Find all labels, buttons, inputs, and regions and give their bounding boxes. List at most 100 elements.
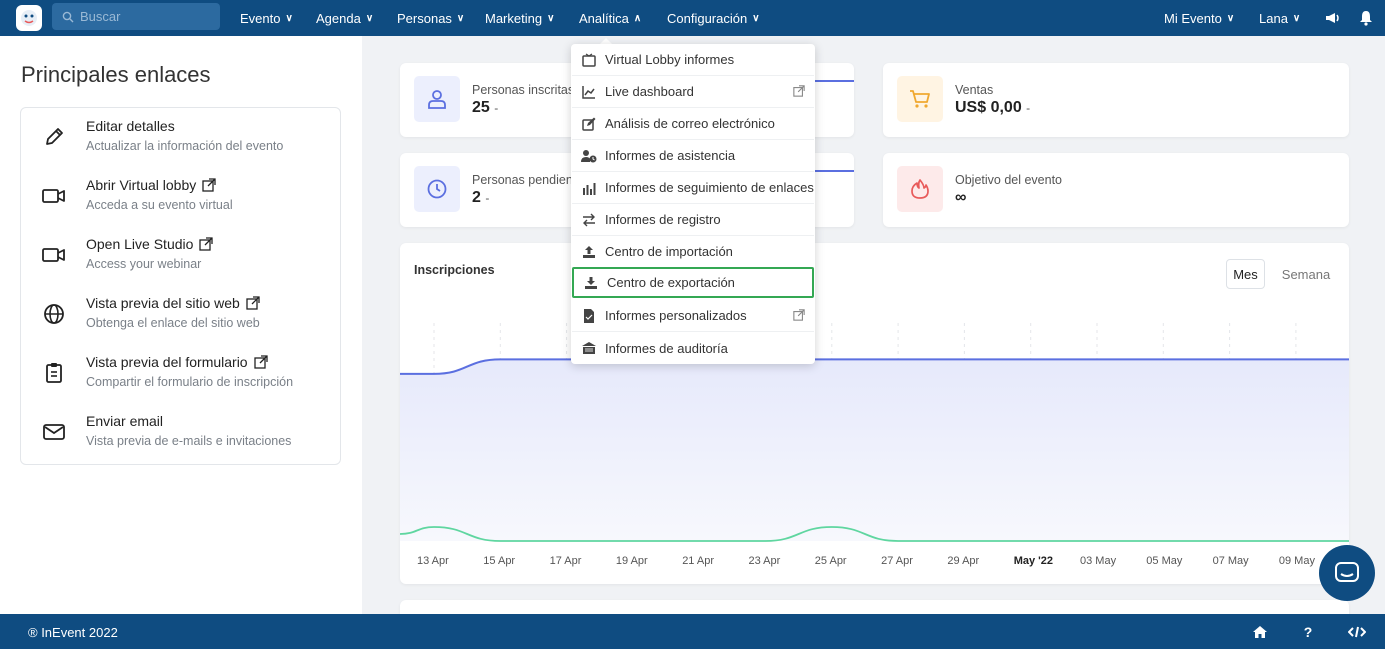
nav-label: Personas: [397, 10, 452, 26]
nav-configuracion[interactable]: Configuración ∨: [667, 0, 760, 36]
search-box[interactable]: [52, 3, 220, 30]
megaphone-icon[interactable]: [1322, 8, 1342, 28]
link-subtitle: Vista previa de e-mails e invitaciones: [86, 434, 292, 448]
stat-label: Personas inscritas: [472, 83, 575, 97]
search-input[interactable]: [80, 9, 210, 24]
stat-number: US$ 0,00: [955, 99, 1022, 116]
stat-card-ventas: Ventas US$ 0,00 -: [883, 63, 1349, 137]
nav-agenda[interactable]: Agenda ∨: [316, 0, 373, 36]
chevron-down-icon: ∨: [285, 12, 293, 24]
menu-analisis-correo[interactable]: Análisis de correo electrónico: [572, 108, 814, 140]
nav-label: Marketing: [485, 10, 543, 26]
code-icon[interactable]: [1347, 622, 1367, 642]
stat-value: US$ 0,00 -: [955, 99, 1030, 117]
menu-centro-importacion[interactable]: Centro de importación: [572, 236, 814, 268]
link-title-text: Open Live Studio: [86, 236, 194, 252]
link-open-live-studio[interactable]: Open Live Studio Access your webinar: [21, 226, 340, 284]
link-abrir-virtual-lobby[interactable]: Abrir Virtual lobby Acceda a su evento v…: [21, 167, 340, 225]
x-tick-label: 17 Apr: [549, 555, 582, 567]
envelope-icon: [41, 419, 67, 445]
external-link-icon: [202, 178, 216, 192]
link-editar-detalles[interactable]: Editar detalles Actualizar la informació…: [21, 108, 340, 166]
nav-label: Agenda: [316, 10, 361, 26]
link-title-text: Vista previa del formulario: [86, 354, 248, 370]
stat-number: ∞: [955, 189, 967, 206]
menu-label: Análisis de correo electrónico: [605, 116, 775, 131]
link-title-text: Vista previa del sitio web: [86, 295, 240, 311]
nav-label: Evento: [240, 10, 281, 26]
series-area: [400, 359, 1349, 541]
link-title: Abrir Virtual lobby: [86, 177, 216, 193]
menu-virtual-lobby-informes[interactable]: Virtual Lobby informes: [572, 44, 814, 76]
menu-label: Informes de registro: [605, 212, 721, 227]
x-tick-label: 19 Apr: [615, 555, 648, 567]
link-vista-previa-formulario[interactable]: Vista previa del formulario Compartir el…: [21, 344, 340, 402]
nav-label: Configuración: [667, 10, 748, 26]
nav-evento[interactable]: Evento ∨: [240, 0, 293, 36]
chevron-down-icon: ∨: [456, 12, 465, 24]
link-vista-previa-sitio-web[interactable]: Vista previa del sitio web Obtenga el en…: [21, 285, 340, 343]
globe-icon: [41, 301, 67, 327]
x-tick-label: 07 May: [1212, 555, 1249, 567]
stat-change: -: [1026, 101, 1031, 115]
menu-centro-exportacion[interactable]: Centro de exportación: [572, 267, 814, 298]
bar-chart-icon: [581, 180, 597, 196]
chat-support-button[interactable]: [1319, 545, 1375, 601]
sparkline: [810, 170, 854, 172]
x-tick-label: 25 Apr: [814, 555, 847, 567]
stat-label: Ventas: [955, 83, 994, 97]
x-tick-label: 15 Apr: [483, 555, 516, 567]
nav-personas[interactable]: Personas ∨: [397, 0, 464, 36]
menu-informes-registro[interactable]: Informes de registro: [572, 204, 814, 236]
menu-informes-auditoria[interactable]: Informes de auditoría: [572, 332, 814, 364]
video-camera-icon: [41, 242, 67, 268]
x-tick-label: 03 May: [1080, 555, 1117, 567]
link-title: Editar detalles: [86, 118, 175, 134]
link-subtitle: Actualizar la información del evento: [86, 139, 284, 153]
app-logo[interactable]: [16, 5, 42, 31]
link-title-text: Abrir Virtual lobby: [86, 177, 197, 193]
nav-analitica[interactable]: Analítica ∧: [579, 0, 641, 36]
cart-icon: [897, 76, 943, 122]
home-icon[interactable]: [1250, 622, 1270, 642]
chevron-down-icon: ∨: [1226, 12, 1235, 24]
nav-mi-evento[interactable]: Mi Evento ∨: [1164, 0, 1234, 36]
stat-value: ∞: [955, 189, 966, 207]
external-link-icon: [793, 309, 805, 324]
stat-change: -: [494, 101, 499, 115]
menu-informes-seguimiento[interactable]: Informes de seguimiento de enlaces: [572, 172, 814, 204]
help-icon[interactable]: ?: [1298, 622, 1318, 642]
x-tick-label: 05 May: [1146, 555, 1183, 567]
exchange-icon: [581, 212, 597, 228]
menu-live-dashboard[interactable]: Live dashboard: [572, 76, 814, 108]
menu-label: Centro de exportación: [607, 275, 735, 290]
user-icon: [414, 76, 460, 122]
analytics-dropdown-menu: Virtual Lobby informes Live dashboard An…: [571, 44, 815, 364]
menu-informes-asistencia[interactable]: Informes de asistencia: [572, 140, 814, 172]
link-enviar-email[interactable]: Enviar email Vista previa de e-mails e i…: [21, 403, 340, 461]
download-icon: [583, 275, 599, 291]
footer: ® InEvent 2022 ?: [0, 614, 1385, 649]
nav-label: Lana: [1259, 10, 1288, 26]
sparkline: [810, 80, 854, 82]
stat-label: Objetivo del evento: [955, 173, 1063, 187]
bell-icon[interactable]: [1356, 8, 1376, 28]
stat-label: Personas pendien: [472, 173, 573, 187]
stat-card-objetivo: Objetivo del evento ∞: [883, 153, 1349, 227]
link-title: Vista previa del sitio web: [86, 295, 260, 311]
clipboard-icon: [41, 360, 67, 386]
menu-label: Informes de asistencia: [605, 148, 736, 163]
nav-user-menu[interactable]: Lana ∨: [1259, 0, 1300, 36]
menu-label: Informes de auditoría: [605, 340, 728, 356]
link-title: Vista previa del formulario: [86, 354, 268, 370]
search-icon: [62, 11, 74, 22]
nav-marketing[interactable]: Marketing ∨: [485, 0, 554, 36]
chevron-down-icon: ∨: [547, 12, 555, 24]
x-tick-label: 27 Apr: [881, 555, 913, 567]
upload-icon: [581, 244, 597, 260]
menu-informes-personalizados[interactable]: Informes personalizados: [572, 300, 814, 332]
video-camera-icon: [41, 183, 67, 209]
menu-label: Informes de seguimiento de enlaces: [605, 180, 814, 195]
menu-label: Live dashboard: [605, 84, 694, 99]
link-subtitle: Obtenga el enlace del sitio web: [86, 316, 260, 330]
